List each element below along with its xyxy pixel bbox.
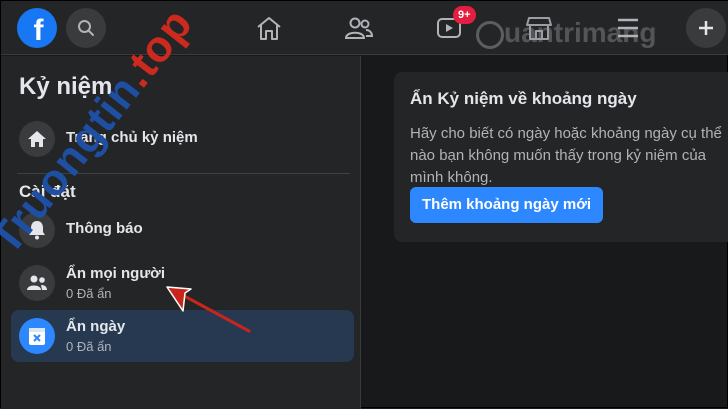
people-icon (27, 275, 47, 290)
home-icon (257, 17, 281, 40)
hide-dates-card: Ẩn Kỷ niệm về khoảng ngày Hãy cho biết c… (394, 72, 728, 242)
logo-letter: f (33, 14, 44, 47)
sidebar-item-label: Ẩn ngày (66, 318, 126, 335)
hidden-count: 0 Đã ẩn (66, 286, 112, 301)
marketplace-tab[interactable] (522, 11, 556, 45)
menu-tab[interactable] (611, 11, 645, 45)
create-button[interactable] (686, 8, 726, 48)
search-icon (78, 20, 94, 36)
search-button[interactable] (66, 8, 106, 48)
calendar-x-icon-wrap (19, 318, 55, 354)
sidebar-item-label: Thông báo (66, 220, 143, 237)
sidebar-item-label: Ẩn mọi người (66, 265, 166, 282)
people-icon-wrap (19, 265, 55, 301)
hidden-count: 0 Đã ẩn (66, 339, 112, 354)
card-title: Ẩn Kỷ niệm về khoảng ngày (410, 89, 637, 108)
marketplace-icon (526, 17, 552, 40)
calendar-x-icon (29, 328, 45, 345)
sidebar-item-notifications[interactable]: Thông báo (11, 204, 354, 256)
notification-badge: 9+ (453, 6, 476, 24)
top-navigation-bar: f 9+ uantrimang (1, 1, 728, 55)
watermark-bulb-icon (476, 21, 504, 49)
card-description: Hãy cho biết có ngày hoặc khoảng ngày cụ… (410, 125, 722, 186)
add-date-range-button[interactable]: Thêm khoảng ngày mới (410, 187, 604, 223)
home-icon (28, 131, 46, 147)
facebook-logo[interactable]: f (17, 8, 57, 48)
friends-tab[interactable] (342, 11, 376, 45)
annotation-arrow-icon (166, 286, 251, 333)
home-tab[interactable] (252, 11, 286, 45)
plus-icon (699, 21, 713, 35)
menu-icon (618, 18, 638, 38)
friends-icon (344, 17, 374, 39)
memories-sidebar: Kỷ niệm Trang chủ kỷ niệm Cài đặt Thông … (1, 56, 361, 409)
